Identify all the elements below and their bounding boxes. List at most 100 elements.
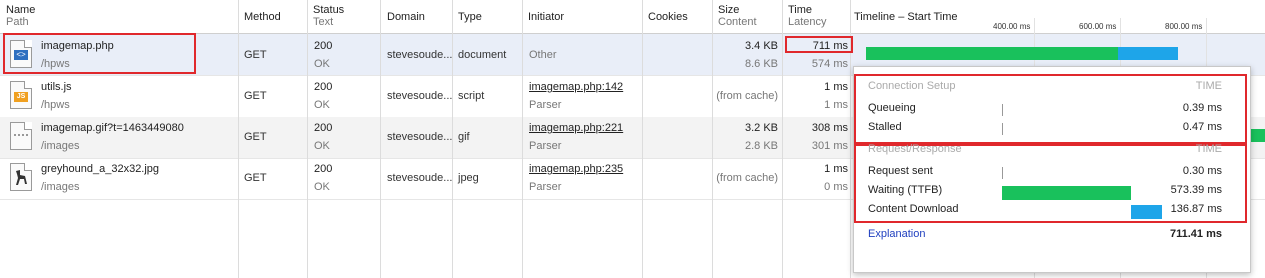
col-text-label: Text bbox=[313, 16, 334, 28]
connection-setup-label: Connection Setup bbox=[868, 80, 956, 92]
type-cell: jpeg bbox=[458, 172, 479, 184]
column-divider[interactable] bbox=[238, 0, 239, 278]
status-cell: 200 OK bbox=[314, 163, 332, 193]
queueing-value: 0.39 ms bbox=[1182, 102, 1222, 114]
name-highlight-box bbox=[3, 33, 196, 74]
col-size-label: Size bbox=[718, 4, 740, 16]
status-cell: 200 OK bbox=[314, 81, 332, 111]
content-size-value: 2.8 KB bbox=[744, 140, 778, 152]
column-divider[interactable] bbox=[522, 0, 523, 278]
network-table: Name Path Method Status Text Domain Type… bbox=[0, 0, 1265, 278]
request-path: /hpws bbox=[41, 99, 70, 111]
initiator-type: Parser bbox=[529, 181, 562, 193]
total-time-value: 711.41 ms bbox=[1170, 228, 1222, 240]
request-sent-row: Request sent 0.30 ms bbox=[868, 165, 1242, 181]
col-header-initiator[interactable]: Initiator bbox=[528, 11, 564, 23]
js-file-icon: JS bbox=[10, 81, 32, 109]
latency-value: 301 ms bbox=[811, 140, 848, 152]
time-value: 1 ms bbox=[824, 163, 848, 175]
col-header-timeline[interactable]: Timeline – Start Time bbox=[854, 11, 958, 23]
type-cell: gif bbox=[458, 131, 470, 143]
size-value: 3.4 KB bbox=[744, 40, 778, 52]
timeline-tick: 600.00 ms bbox=[1079, 22, 1117, 31]
request-name-cell[interactable]: imagemap.gif?t=1463449080 /images bbox=[41, 122, 184, 152]
timing-popup: Connection Setup TIME Queueing 0.39 ms S… bbox=[853, 66, 1251, 273]
request-sent-value: 0.30 ms bbox=[1182, 165, 1222, 177]
request-sent-label: Request sent bbox=[868, 165, 933, 177]
time-value: 1 ms bbox=[824, 81, 848, 93]
waiting-bar bbox=[1002, 186, 1131, 200]
column-divider[interactable] bbox=[642, 0, 643, 278]
col-header-size[interactable]: Size Content bbox=[718, 4, 757, 28]
col-name-label: Name bbox=[6, 4, 36, 16]
size-cell: 3.4 KB 8.6 KB bbox=[716, 40, 778, 70]
greyhound-image-icon bbox=[10, 163, 32, 191]
explanation-link[interactable]: Explanation bbox=[868, 228, 926, 240]
size-cell: (from cache) bbox=[716, 90, 778, 102]
status-cell: 200 OK bbox=[314, 122, 332, 152]
latency-value: 0 ms bbox=[824, 181, 848, 193]
stalled-value: 0.47 ms bbox=[1182, 121, 1222, 133]
timing-axis bbox=[1002, 104, 1003, 116]
waiting-label: Waiting (TTFB) bbox=[868, 184, 943, 196]
timeline-tick: 800.00 ms bbox=[1165, 22, 1203, 31]
col-header-type[interactable]: Type bbox=[458, 11, 482, 23]
initiator-cell: Other bbox=[529, 49, 557, 61]
total-row: Explanation 711.41 ms bbox=[868, 228, 1242, 244]
col-header-cookies[interactable]: Cookies bbox=[648, 11, 688, 23]
initiator-link[interactable]: imagemap.php:235 bbox=[529, 163, 623, 175]
queueing-label: Queueing bbox=[868, 102, 916, 114]
initiator-type: Parser bbox=[529, 140, 562, 152]
status-code: 200 bbox=[314, 40, 333, 52]
request-name-cell[interactable]: utils.js /hpws bbox=[41, 81, 72, 111]
column-divider[interactable] bbox=[307, 0, 308, 278]
connection-setup-header: Connection Setup TIME bbox=[868, 80, 1242, 96]
time-highlight-box bbox=[785, 36, 853, 53]
type-cell: document bbox=[458, 49, 507, 61]
col-latency-label: Latency bbox=[788, 16, 827, 28]
timing-axis bbox=[1002, 123, 1003, 135]
column-divider[interactable] bbox=[712, 0, 713, 278]
timeline-tick: 400.00 ms bbox=[993, 22, 1031, 31]
col-header-status[interactable]: Status Text bbox=[313, 4, 344, 28]
status-text: OK bbox=[314, 58, 330, 70]
column-divider[interactable] bbox=[380, 0, 381, 278]
image-file-icon bbox=[10, 122, 32, 150]
initiator-type: Parser bbox=[529, 99, 562, 111]
status-code: 200 bbox=[314, 122, 333, 134]
latency-value: 1 ms bbox=[824, 99, 848, 111]
waiting-value: 573.39 ms bbox=[1170, 184, 1222, 196]
latency-value: 574 ms bbox=[811, 58, 848, 70]
initiator-link[interactable]: imagemap.php:221 bbox=[529, 122, 623, 134]
size-cell: 3.2 KB 2.8 KB bbox=[716, 122, 778, 152]
status-code: 200 bbox=[314, 81, 333, 93]
domain-cell: stevesoude... bbox=[387, 90, 453, 102]
size-cell: (from cache) bbox=[716, 172, 778, 184]
initiator-link[interactable]: imagemap.php:142 bbox=[529, 81, 623, 93]
col-content-label: Content bbox=[718, 16, 757, 28]
initiator-cell: imagemap.php:221 Parser bbox=[529, 122, 623, 152]
col-header-domain[interactable]: Domain bbox=[387, 11, 425, 23]
request-name-cell[interactable]: greyhound_a_32x32.jpg /images bbox=[41, 163, 159, 193]
request-response-label: Request/Response bbox=[868, 143, 962, 155]
column-divider[interactable] bbox=[782, 0, 783, 278]
queueing-row: Queueing 0.39 ms bbox=[868, 102, 1242, 118]
time-column-label: TIME bbox=[1195, 143, 1222, 155]
status-text: OK bbox=[314, 181, 330, 193]
method-cell: GET bbox=[244, 90, 267, 102]
stalled-row: Stalled 0.47 ms bbox=[868, 121, 1242, 137]
timeline-waiting-bar[interactable] bbox=[866, 47, 1118, 60]
col-header-name[interactable]: Name Path bbox=[6, 4, 35, 28]
domain-cell: stevesoude... bbox=[387, 172, 453, 184]
request-path: /images bbox=[41, 181, 80, 193]
status-code: 200 bbox=[314, 163, 333, 175]
col-header-time[interactable]: Time Latency bbox=[788, 4, 827, 28]
timeline-waiting-bar[interactable] bbox=[1250, 129, 1265, 142]
col-status-label: Status bbox=[313, 4, 345, 16]
download-value: 136.87 ms bbox=[1170, 203, 1222, 215]
timeline-download-bar[interactable] bbox=[1118, 47, 1178, 60]
download-bar bbox=[1131, 205, 1162, 219]
request-name: greyhound_a_32x32.jpg bbox=[41, 163, 160, 175]
col-header-method[interactable]: Method bbox=[244, 11, 281, 23]
content-size-value: 8.6 KB bbox=[744, 58, 778, 70]
